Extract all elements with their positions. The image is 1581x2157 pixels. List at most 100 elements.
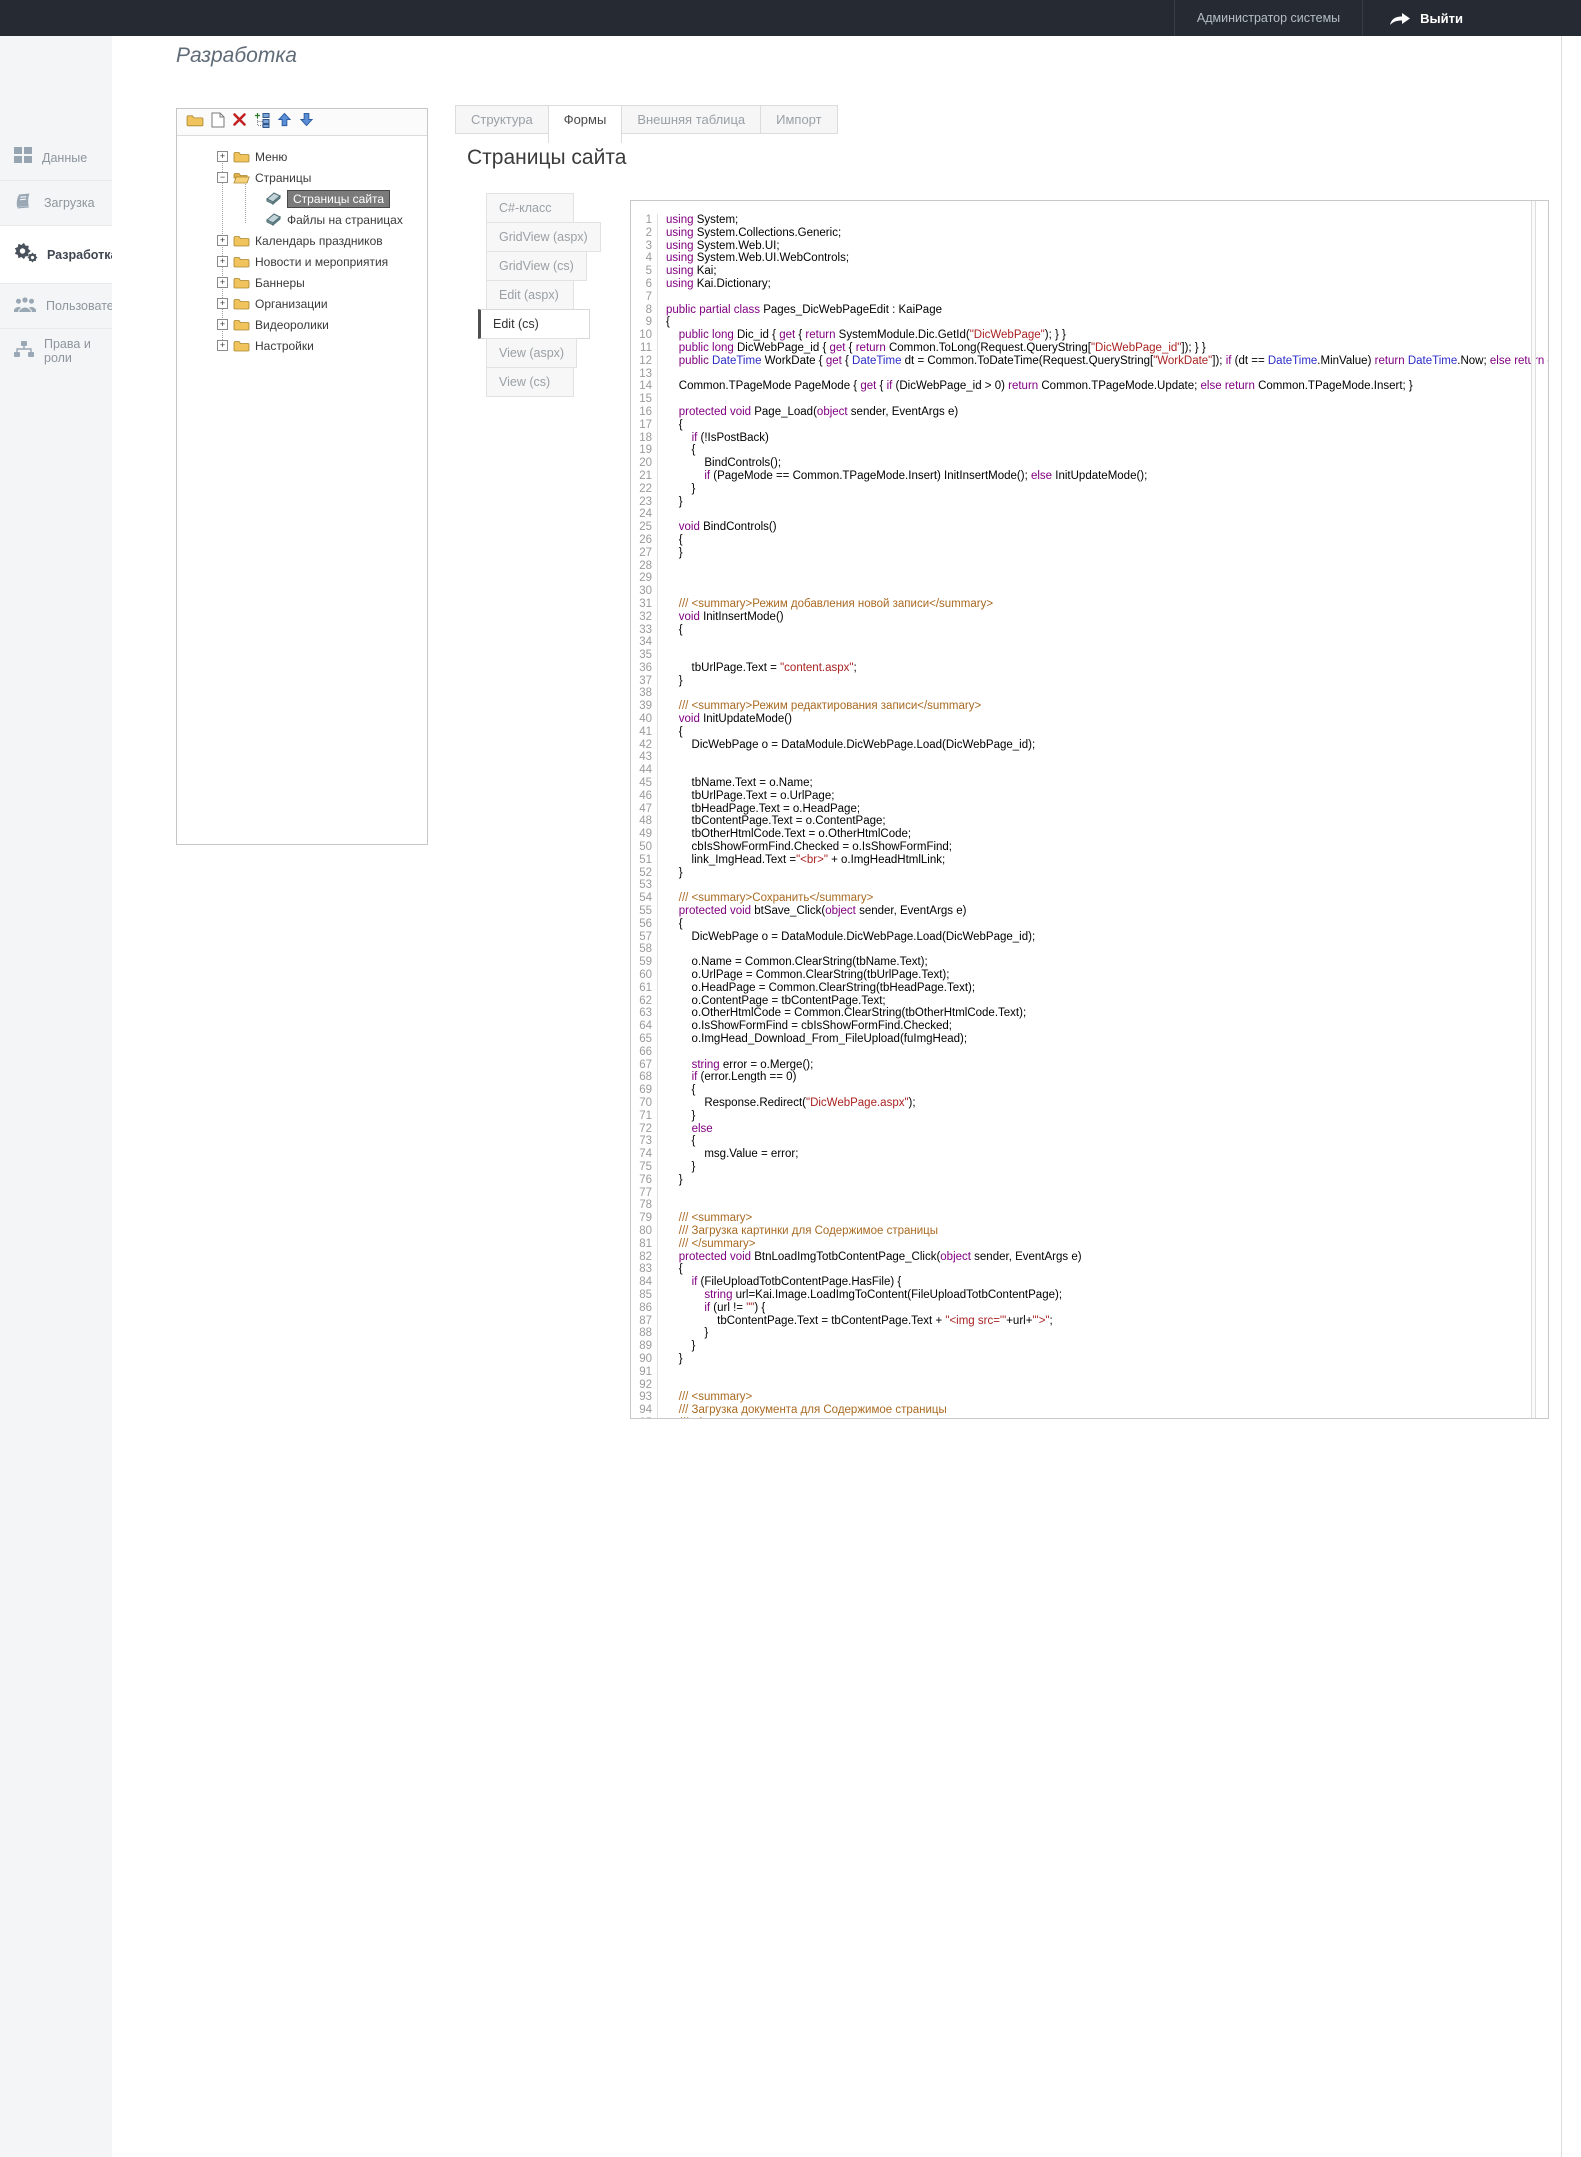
expand-toggle[interactable]: + [217,340,228,351]
tree-node[interactable]: +Календарь праздников [183,230,421,251]
move-up-button[interactable] [277,112,292,132]
new-folder-button[interactable] [186,113,204,132]
code-text: public partial class Pages_DicWebPageEdi… [666,304,942,317]
line-number: 56 [631,918,658,931]
line-number: 27 [631,547,658,560]
tree-node[interactable]: Файлы на страницах [183,209,421,230]
line-number: 76 [631,1174,658,1187]
leaf-icon [265,213,282,226]
line-number: 49 [631,828,658,841]
code-line: 3using System.Web.UI; [631,240,1548,253]
code-line: 1using System; [631,214,1548,227]
line-number: 80 [631,1225,658,1238]
code-text: using System.Web.UI.WebControls; [666,252,849,265]
code-tab-1[interactable]: C#-класс [486,193,574,223]
collapse-toggle[interactable]: − [217,172,228,183]
line-number: 38 [631,687,658,700]
line-number: 13 [631,368,658,381]
code-line: 94 /// Загрузка документа для Содержимое… [631,1404,1548,1417]
code-text: protected void BtnLoadImgTotbContentPage… [666,1251,1082,1264]
code-line: 58 [631,943,1548,956]
line-number: 28 [631,560,658,573]
tab-4[interactable]: Импорт [760,105,837,134]
code-line: 34 [631,636,1548,649]
delete-icon [232,112,247,132]
line-number: 93 [631,1391,658,1404]
code-text [666,764,669,777]
grid-icon [13,146,33,169]
line-number: 94 [631,1404,658,1417]
tree-node[interactable]: + Меню [183,146,421,167]
tab-3[interactable]: Внешняя таблица [621,105,761,134]
code-line: 51 link_ImgHead.Text ="<br>" + o.ImgHead… [631,854,1548,867]
code-text: o.Name = Common.ClearString(tbName.Text)… [666,956,928,969]
code-tab-2[interactable]: GridView (aspx) [486,222,601,252]
tree-node[interactable]: − Страницы [183,167,421,188]
line-number: 19 [631,444,658,457]
code-line: 27 } [631,547,1548,560]
code-text [666,560,669,573]
code-tab-5[interactable]: Edit (cs) [478,309,590,339]
expand-toggle[interactable]: + [217,298,228,309]
code-line: 45 tbName.Text = o.Name; [631,777,1548,790]
code-tab-4[interactable]: Edit (aspx) [486,280,574,310]
tree-node-label: Организации [255,297,328,311]
line-number: 54 [631,892,658,905]
code-text: { [666,726,683,739]
code-line: 49 tbOtherHtmlCode.Text = o.OtherHtmlCod… [631,828,1548,841]
logout-button[interactable]: Выйти [1363,0,1581,36]
code-line: 74 msg.Value = error; [631,1148,1548,1161]
tab-2[interactable]: Формы [548,105,623,143]
code-tab-7[interactable]: View (cs) [486,367,574,397]
delete-button[interactable] [232,112,247,132]
line-number: 70 [631,1097,658,1110]
sidebar-item-5[interactable]: Права и роли [0,328,112,373]
tree-node[interactable]: +Баннеры [183,272,421,293]
code-text [666,508,669,521]
sidebar-item-1[interactable]: Данные [0,135,112,180]
code-line: 75 } [631,1161,1548,1174]
code-text: if (FileUploadTotbContentPage.HasFile) { [666,1276,901,1289]
code-text: tbOtherHtmlCode.Text = o.OtherHtmlCode; [666,828,911,841]
new-item-button[interactable] [211,112,225,133]
code-line: 22 } [631,483,1548,496]
code-text [666,1379,669,1392]
line-number: 5 [631,265,658,278]
tree-node-label: Страницы [255,171,311,185]
code-text [666,1199,669,1212]
code-tab-6[interactable]: View (aspx) [486,338,577,368]
sidebar-item-3[interactable]: Разработка [0,225,112,283]
tree-node[interactable]: +Новости и мероприятия [183,251,421,272]
line-number: 58 [631,943,658,956]
expand-toggle[interactable]: + [217,151,228,162]
line-number: 62 [631,995,658,1008]
code-text: { [666,1084,695,1097]
expand-toggle[interactable]: + [217,235,228,246]
sort-button[interactable] [254,112,270,133]
code-line: 19 { [631,444,1548,457]
tree-node[interactable]: +Видеоролики [183,314,421,335]
move-down-button[interactable] [299,112,314,132]
folder-closed-icon [233,276,250,289]
tree-node[interactable]: + Организации [183,293,421,314]
expand-toggle[interactable]: + [217,277,228,288]
code-editor[interactable]: 1using System;2using System.Collections.… [630,200,1549,1419]
code-line: 88 } [631,1327,1548,1340]
expand-toggle[interactable]: + [217,256,228,267]
sidebar-item-2[interactable]: Загрузка [0,180,112,225]
expand-toggle[interactable]: + [217,319,228,330]
code-line: 28 [631,560,1548,573]
line-number: 4 [631,252,658,265]
tree-node[interactable]: +Настройки [183,335,421,356]
code-line: 21 if (PageMode == Common.TPageMode.Inse… [631,470,1548,483]
code-tab-3[interactable]: GridView (cs) [486,251,587,281]
vertical-scrollbar[interactable] [1531,201,1536,1418]
tree-node-label: Меню [255,150,287,164]
code-text: BindControls(); [666,457,781,470]
line-number: 87 [631,1315,658,1328]
tree-node[interactable]: Страницы сайта [183,188,421,209]
sidebar-item-4[interactable]: Пользователи [0,283,112,328]
line-number: 7 [631,291,658,304]
tab-1[interactable]: Структура [455,105,549,134]
code-text: } [666,1161,695,1174]
